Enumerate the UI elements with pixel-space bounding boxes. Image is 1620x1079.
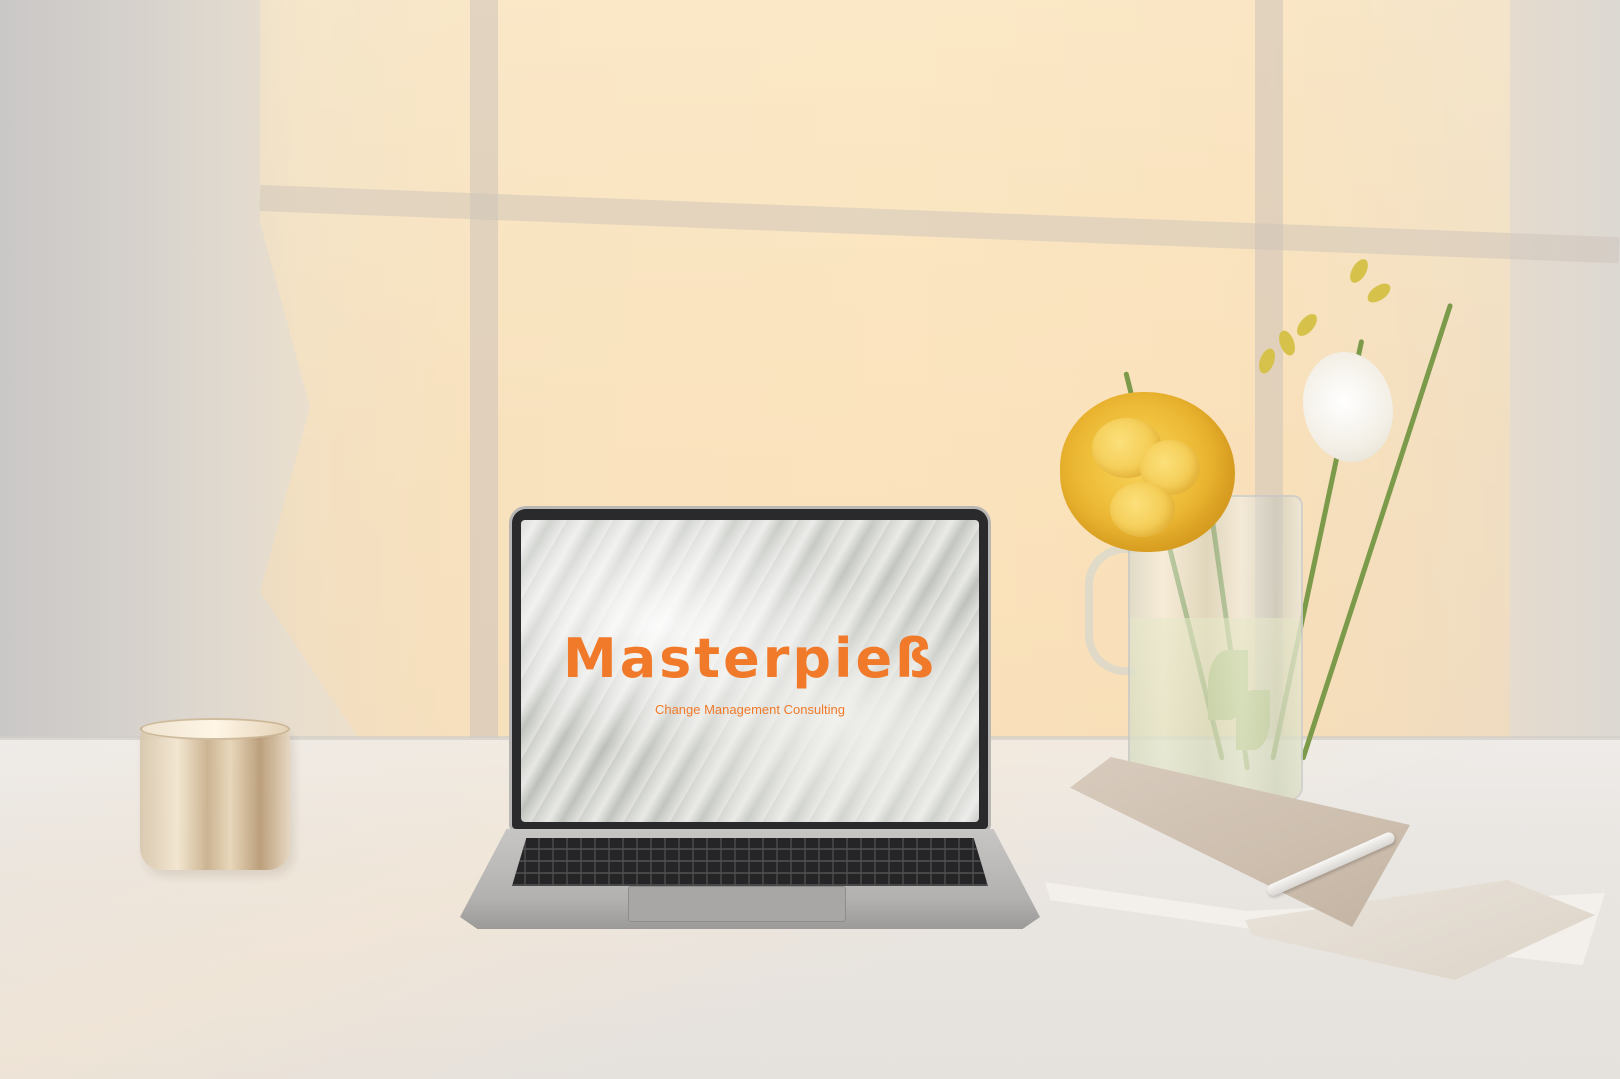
brand-title: Masterpieß <box>562 627 937 690</box>
laptop-screen: Masterpieß Change Management Consulting <box>521 520 979 822</box>
brand-subtitle: Change Management Consulting <box>654 702 846 717</box>
candle-glass-rim <box>140 718 290 740</box>
trackpad <box>628 886 846 922</box>
rose-petal <box>1110 482 1175 537</box>
wall-shadow <box>0 0 300 740</box>
desk-scene: Masterpieß Change Management Consulting <box>0 0 1620 1079</box>
keyboard-rows <box>512 838 988 886</box>
candle-glass <box>140 722 290 870</box>
window-shadow-vertical <box>470 0 498 740</box>
